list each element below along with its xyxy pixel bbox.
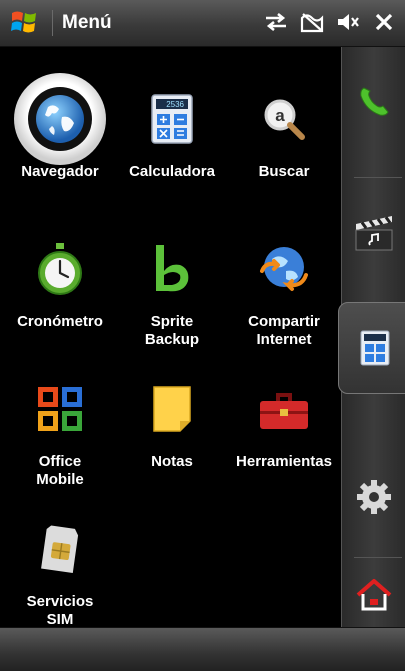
stopwatch-icon bbox=[38, 243, 82, 295]
title-bar: Menú bbox=[0, 0, 405, 47]
app-notas[interactable]: Notas bbox=[116, 367, 228, 507]
app-label: Navegador bbox=[21, 163, 99, 180]
app-herramientas[interactable]: Herramientas bbox=[228, 367, 340, 507]
no-signal-icon[interactable] bbox=[299, 10, 325, 34]
app-office-mobile[interactable]: Office Mobile bbox=[4, 367, 116, 507]
sidebar-item-media[interactable] bbox=[342, 187, 405, 277]
app-buscar[interactable]: a Buscar bbox=[228, 77, 340, 217]
app-label: Notas bbox=[151, 453, 193, 470]
app-compartir-internet[interactable]: Compartir Internet bbox=[228, 227, 340, 367]
calculator-icon bbox=[360, 330, 390, 366]
app-label: Office Mobile bbox=[36, 453, 84, 488]
phone-icon bbox=[360, 87, 389, 116]
sidebar-item-phone[interactable] bbox=[342, 57, 405, 147]
app-grid: Navegador 2536 Calculadora a Buscar Cron… bbox=[0, 47, 340, 628]
page-title: Menú bbox=[62, 12, 112, 33]
windows-flag-icon[interactable] bbox=[10, 9, 38, 35]
sidebar-item-home[interactable] bbox=[342, 557, 405, 627]
app-label: Sprite Backup bbox=[144, 313, 200, 348]
app-label: Cronómetro bbox=[17, 313, 103, 330]
sprite-backup-icon bbox=[156, 245, 189, 292]
app-navegador[interactable]: Navegador bbox=[4, 73, 116, 217]
app-label: Servicios SIM bbox=[26, 593, 94, 628]
search-icon: a bbox=[264, 99, 305, 140]
app-servicios-sim[interactable]: Servicios SIM bbox=[4, 507, 116, 647]
notes-icon bbox=[153, 386, 191, 432]
connectivity-arrows-icon[interactable] bbox=[263, 10, 289, 34]
sidebar-item-settings[interactable] bbox=[342, 452, 405, 542]
svg-text:a: a bbox=[275, 106, 285, 125]
app-label: Buscar bbox=[258, 163, 310, 180]
side-bar bbox=[338, 47, 405, 627]
speaker-muted-icon[interactable] bbox=[335, 10, 361, 34]
calculator-icon: 2536 bbox=[151, 94, 193, 144]
sidebar-item-calculator[interactable] bbox=[338, 302, 405, 394]
sim-card-icon bbox=[41, 525, 79, 574]
toolbox-icon bbox=[260, 393, 308, 429]
gear-icon bbox=[357, 480, 391, 514]
media-clapper-icon bbox=[355, 216, 393, 251]
globe-icon bbox=[14, 73, 106, 165]
app-label: Compartir Internet bbox=[248, 313, 320, 348]
app-sprite-backup[interactable]: Sprite Backup bbox=[116, 227, 228, 367]
svg-text:2536: 2536 bbox=[166, 100, 184, 109]
app-label: Herramientas bbox=[236, 453, 332, 470]
app-calculadora[interactable]: 2536 Calculadora bbox=[116, 77, 228, 217]
internet-sharing-icon bbox=[260, 247, 308, 291]
app-label: Calculadora bbox=[129, 163, 215, 180]
bottom-soft-key-bar[interactable] bbox=[0, 627, 405, 671]
app-cronometro[interactable]: Cronómetro bbox=[4, 227, 116, 367]
title-separator bbox=[52, 10, 53, 36]
close-icon[interactable] bbox=[371, 10, 397, 34]
home-icon bbox=[356, 579, 392, 611]
office-icon bbox=[38, 387, 82, 431]
